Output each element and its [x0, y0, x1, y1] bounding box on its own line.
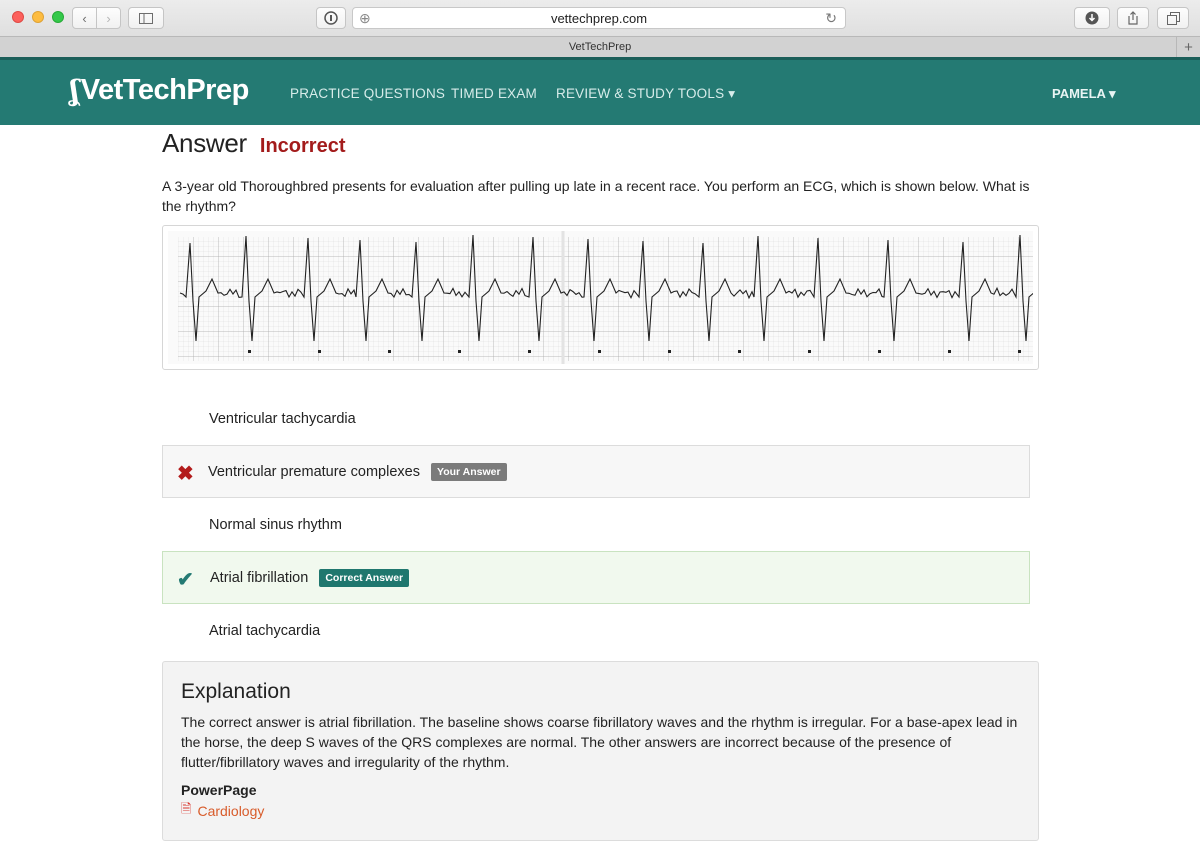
choice-label: Ventricular tachycardia [209, 410, 356, 427]
ecg-time-mark [388, 350, 391, 353]
share-icon [1128, 11, 1138, 25]
ecg-time-mark [878, 350, 881, 353]
result-status: Incorrect [259, 135, 346, 157]
minimize-window-button[interactable] [32, 11, 44, 23]
sidebar-button[interactable] [128, 7, 164, 29]
download-icon [1085, 11, 1099, 25]
answer-choices: Ventricular tachycardia ✖ Ventricular pr… [162, 392, 1030, 657]
ecg-time-mark [948, 350, 951, 353]
your-answer-badge: Your Answer [430, 462, 507, 481]
ecg-time-mark [808, 350, 811, 353]
cardiology-link[interactable]: 🗎 Cardiology [181, 800, 1020, 822]
info-circle-icon [324, 11, 338, 25]
ecg-time-mark [248, 350, 251, 353]
tabs-overview-icon [1166, 11, 1180, 25]
nav-review-study-tools[interactable]: REVIEW & STUDY TOOLS ▾ [556, 86, 735, 102]
pdf-file-icon: 🗎 [181, 801, 192, 816]
explanation-text: The correct answer is atrial fibrillatio… [181, 714, 1018, 770]
choice-label: Atrial fibrillation [210, 569, 309, 586]
ecg-strip [168, 231, 1033, 364]
sidebar-icon [139, 12, 153, 24]
ecg-time-mark [738, 350, 741, 353]
ecg-image [162, 225, 1039, 370]
tab-title[interactable]: VetTechPrep [569, 41, 631, 53]
answer-title: Answer [162, 128, 247, 158]
explanation-panel: Explanation The correct answer is atrial… [162, 661, 1039, 841]
nav-timed-exam[interactable]: TIMED EXAM [451, 86, 537, 101]
chevron-left-icon: ‹ [82, 10, 87, 26]
add-bookmark-icon[interactable]: ⊕ [359, 10, 371, 27]
link-text: Cardiology [197, 803, 265, 819]
choice-normal-sinus-rhythm: Normal sinus rhythm [162, 498, 1030, 551]
explanation-title: Explanation [181, 680, 291, 703]
tab-bar: VetTechPrep + [0, 36, 1200, 57]
ecg-time-mark [318, 350, 321, 353]
site-navbar: ʆ VetTechPrep PRACTICE QUESTIONS TIMED E… [0, 57, 1200, 125]
question-text: A 3-year old Thoroughbred presents for e… [162, 178, 1030, 214]
choice-atrial-tachycardia: Atrial tachycardia [162, 604, 1030, 657]
ecg-time-mark [668, 350, 671, 353]
history-nav: ‹ › [72, 7, 121, 29]
url-text: vettechprep.com [550, 10, 648, 26]
zoom-window-button[interactable] [52, 11, 64, 23]
nav-practice-questions[interactable]: PRACTICE QUESTIONS [290, 86, 445, 101]
logo-text: VetTechPrep [80, 74, 250, 106]
ecg-time-mark [598, 350, 601, 353]
privacy-report-button[interactable] [316, 7, 346, 29]
correct-answer-badge: Correct Answer [319, 568, 410, 587]
back-button[interactable]: ‹ [73, 8, 96, 28]
close-window-button[interactable] [12, 11, 24, 23]
site-logo[interactable]: ʆ VetTechPrep [70, 74, 249, 107]
browser-toolbar: ‹ › ⊕ vettechprep.com ↻ VetTechPrep + [0, 0, 1200, 57]
ecg-time-mark [528, 350, 531, 353]
question-review: Answer Incorrect A 3-year old Thoroughbr… [162, 125, 1039, 657]
address-bar[interactable]: ⊕ vettechprep.com ↻ [352, 7, 846, 29]
ecg-time-mark [1018, 350, 1021, 353]
powerpage-label: PowerPage [181, 782, 257, 798]
checkmark-icon: ✔ [177, 569, 194, 591]
caduceus-icon: ʆ [70, 74, 79, 107]
choice-label: Normal sinus rhythm [209, 516, 342, 533]
plus-icon: + [1184, 38, 1193, 56]
downloads-button[interactable] [1074, 7, 1110, 29]
choice-vpc-selected: ✖ Ventricular premature complexes Your A… [162, 445, 1030, 498]
new-tab-button[interactable]: + [1176, 37, 1200, 57]
chevron-right-icon: › [106, 10, 111, 26]
window-controls [12, 11, 64, 23]
choice-ventricular-tachycardia: Ventricular tachycardia [162, 392, 1030, 445]
share-button[interactable] [1117, 7, 1149, 29]
choice-label: Atrial tachycardia [209, 622, 321, 639]
show-tabs-button[interactable] [1157, 7, 1189, 29]
ecg-time-mark [458, 350, 461, 353]
x-mark-icon: ✖ [177, 463, 194, 485]
answer-heading: Answer Incorrect [162, 128, 1038, 159]
user-menu[interactable]: PAMELA ▾ [1052, 86, 1116, 102]
choice-atrial-fibrillation-correct: ✔ Atrial fibrillation Correct Answer [162, 551, 1030, 604]
reload-icon[interactable]: ↻ [825, 10, 837, 27]
forward-button[interactable]: › [96, 8, 120, 28]
choice-label: Ventricular premature complexes [208, 463, 420, 480]
